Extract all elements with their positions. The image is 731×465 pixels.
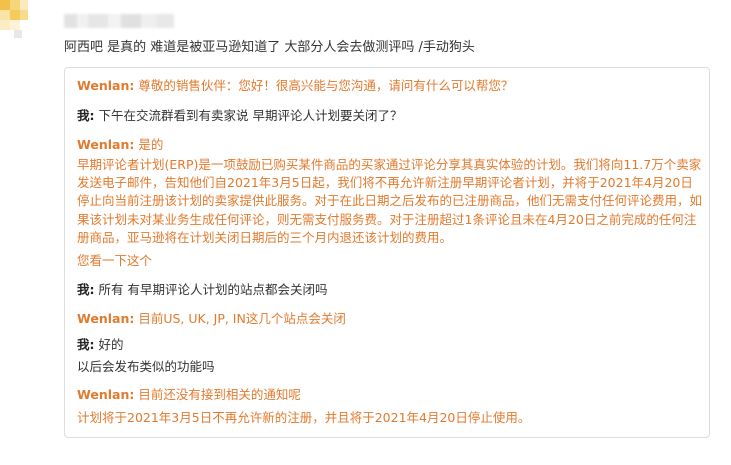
speaker-label: Wenlan: <box>77 311 135 326</box>
chat-line: Wenlan: 目前还没有接到相关的通知呢 <box>77 386 301 404</box>
speaker-label: Wenlan: <box>77 387 135 402</box>
speaker-label: Wenlan: <box>77 137 135 152</box>
message-text: 好的 <box>94 337 124 352</box>
chat-line: Wenlan: 目前US, UK, JP, IN这几个站点会关闭 <box>77 310 346 328</box>
username-redacted <box>64 14 174 28</box>
message-text: 所有 有早期评论人计划的站点都会关闭吗 <box>94 282 328 297</box>
chat-line: 计划将于2021年3月5日不再允许新的注册，并且将于2021年4月20日停止使用… <box>77 410 531 425</box>
avatar[interactable] <box>0 0 28 46</box>
post-header: 阿西吧 是真的 难道是被亚马逊知道了 大部分人会去做测评吗 /手动狗头 <box>0 0 731 60</box>
chat-line: Wenlan: 尊敬的销售伙伴：您好！很高兴能与您沟通，请问有什么可以帮您？ <box>77 77 513 95</box>
message-text: 目前US, UK, JP, IN这几个站点会关闭 <box>134 311 346 326</box>
chat-paragraph: 早期评论者计划(ERP)是一项鼓励已购买某件商品的买家通过评论分享其真实体验的计… <box>77 157 703 245</box>
speaker-label: 我: <box>77 337 95 352</box>
post-text: 阿西吧 是真的 难道是被亚马逊知道了 大部分人会去做测评吗 /手动狗头 <box>64 40 475 55</box>
speaker-label: 我: <box>77 282 95 297</box>
chat-line: 我: 好的 <box>77 336 123 354</box>
chat-line: 我: 所有 有早期评论人计划的站点都会关闭吗 <box>77 281 327 299</box>
chat-line: 以后会发布类似的功能吗 <box>77 359 215 374</box>
chat-transcript-box: Wenlan: 尊敬的销售伙伴：您好！很高兴能与您沟通，请问有什么可以帮您？ 我… <box>64 67 710 438</box>
speaker-label: 我: <box>77 108 95 123</box>
message-text: 尊敬的销售伙伴：您好！很高兴能与您沟通，请问有什么可以帮您？ <box>134 78 514 93</box>
speaker-label: Wenlan: <box>77 78 135 93</box>
chat-line: Wenlan: 是的 <box>77 136 163 154</box>
chat-line: 您看一下这个 <box>77 253 153 268</box>
chat-line: 我: 下午在交流群看到有卖家说 早期评论人计划要关闭了？ <box>77 107 402 125</box>
message-text: 下午在交流群看到有卖家说 早期评论人计划要关闭了？ <box>94 108 403 123</box>
message-text: 目前还没有接到相关的通知呢 <box>134 387 301 402</box>
message-text: 是的 <box>134 137 164 152</box>
